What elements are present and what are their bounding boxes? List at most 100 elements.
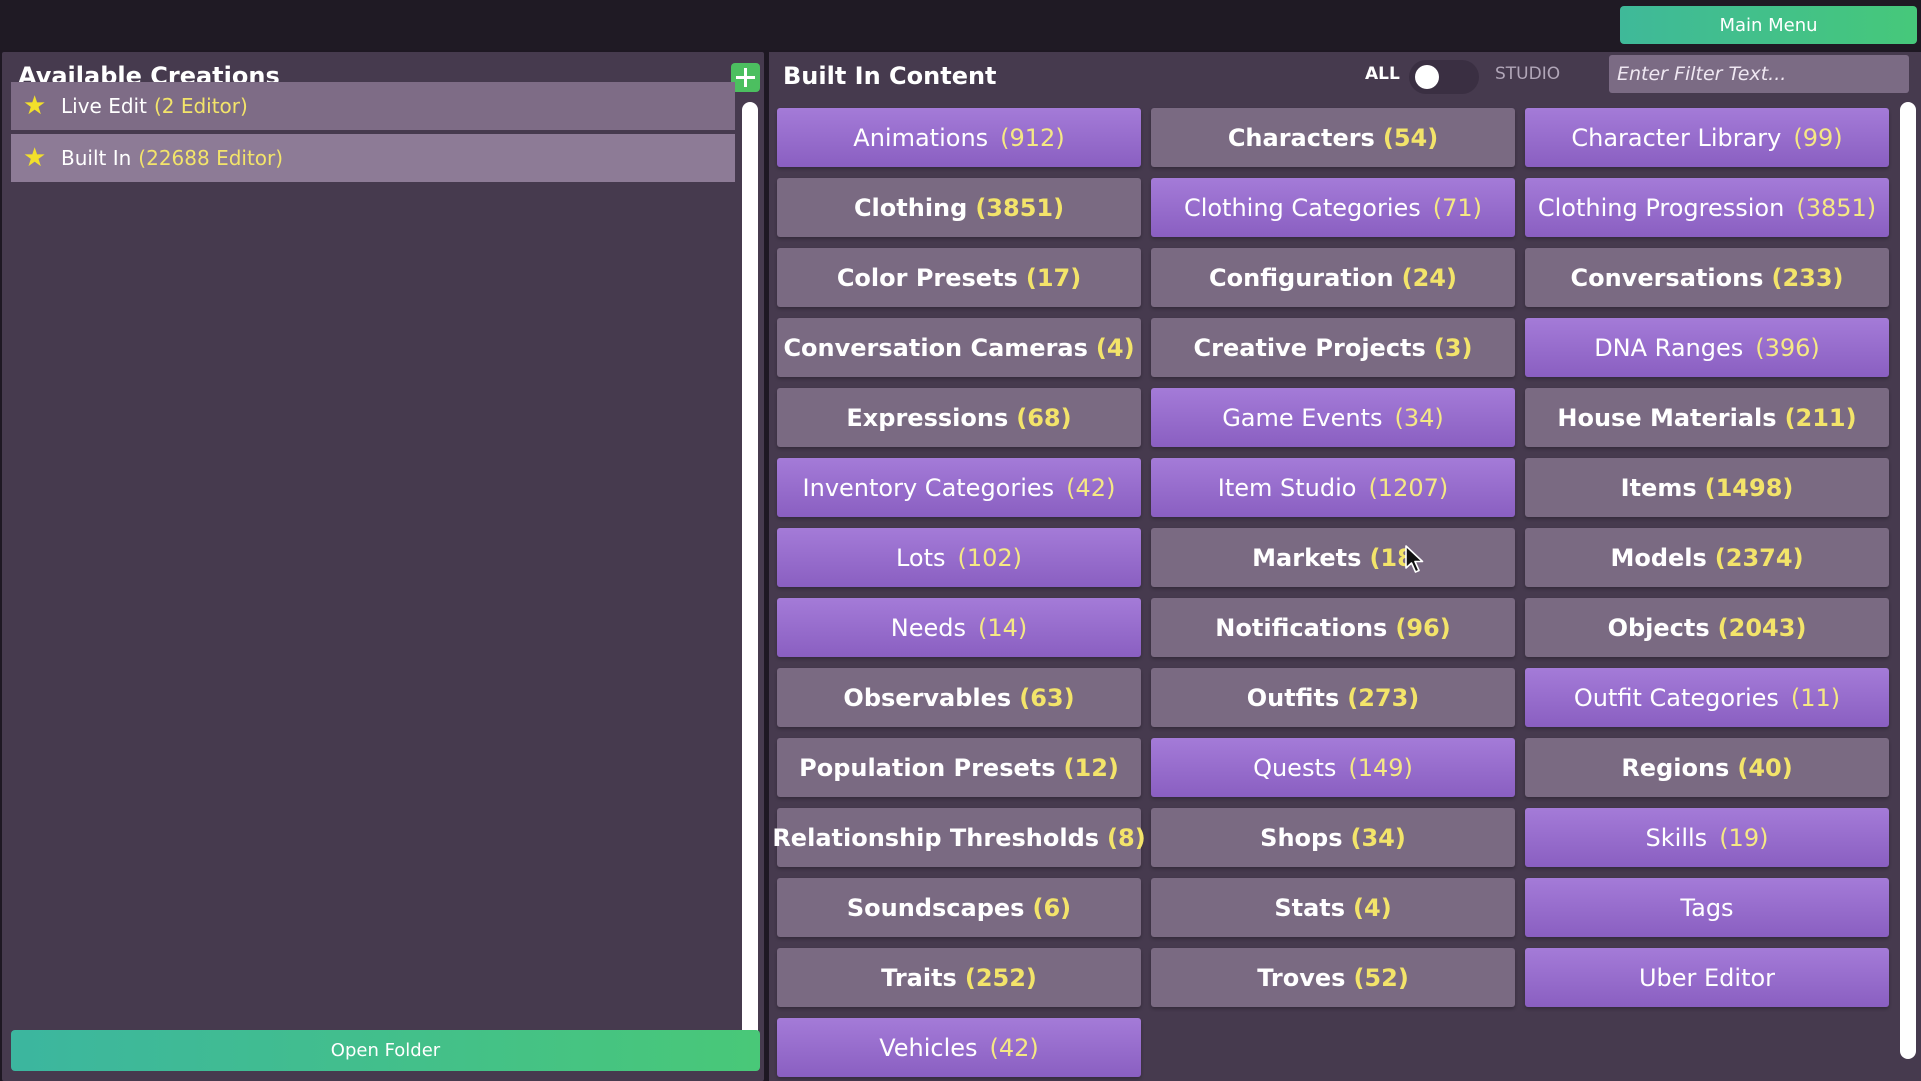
content-tile-vehicles[interactable]: Vehicles (42) [777,1018,1141,1077]
content-tile-stats[interactable]: Stats (4) [1151,878,1515,937]
content-tile-clothing-categories[interactable]: Clothing Categories (71) [1151,178,1515,237]
creation-item-live-edit[interactable]: ★ Live Edit (2 Editor) [11,82,735,130]
star-icon: ★ [23,91,47,121]
content-tile-shops[interactable]: Shops (34) [1151,808,1515,867]
content-tile-house-materials[interactable]: House Materials (211) [1525,388,1889,447]
tile-count: (3851) [975,193,1065,222]
content-tile-objects[interactable]: Objects (2043) [1525,598,1889,657]
mouse-cursor-icon [1405,545,1424,573]
content-tile-grid: Animations (912) Characters (54) Character L… [772,108,1889,1077]
tile-label: Relationship Thresholds [772,823,1100,852]
content-tile-dna-ranges[interactable]: DNA Ranges (396) [1525,318,1889,377]
tile-label: Conversation Cameras [783,333,1088,362]
tile-count: (99) [1793,123,1843,152]
tile-label: Outfits [1246,683,1340,712]
content-tile-skills[interactable]: Skills (19) [1525,808,1889,867]
content-tile-game-events[interactable]: Game Events (34) [1151,388,1515,447]
toggle-knob [1415,65,1439,89]
content-tile-quests[interactable]: Quests (149) [1151,738,1515,797]
content-tile-population-presets[interactable]: Population Presets (12) [777,738,1141,797]
content-tile-needs[interactable]: Needs (14) [777,598,1141,657]
tile-label: Outfit Categories [1573,683,1779,712]
tile-label: Clothing Categories [1183,193,1421,222]
tile-label: Troves [1257,963,1346,992]
tile-count: (4) [1095,333,1135,362]
tile-label: Quests [1253,753,1337,782]
available-creations-panel: Available Creations ★ Live Edit (2 Edito… [2,52,764,1081]
tile-count: (102) [957,543,1023,572]
top-bar: Main Menu [0,0,1921,50]
tile-count: (3) [1433,333,1473,362]
content-tile-inventory-categories[interactable]: Inventory Categories (42) [777,458,1141,517]
tile-count: (54) [1382,123,1439,152]
tile-label: Game Events [1222,403,1383,432]
content-tile-relationship-thresholds[interactable]: Relationship Thresholds (8) [772,808,1146,867]
creation-item-label: Built In [61,146,132,170]
tile-count: (252) [964,963,1037,992]
tile-label: Models [1610,543,1707,572]
tile-count: (3851) [1796,193,1877,222]
content-tile-clothing-progression[interactable]: Clothing Progression (3851) [1525,178,1889,237]
content-tile-characters[interactable]: Characters (54) [1151,108,1515,167]
content-tile-troves[interactable]: Troves (52) [1151,948,1515,1007]
content-tile-lots[interactable]: Lots (102) [777,528,1141,587]
content-tile-conversations[interactable]: Conversations (233) [1525,248,1889,307]
tile-count: (24) [1401,263,1457,292]
open-folder-button[interactable]: Open Folder [11,1030,760,1071]
toggle-all-label: ALL [1365,64,1400,84]
tile-count: (34) [1350,823,1406,852]
tile-label: Inventory Categories [802,473,1055,502]
tile-label: Clothing [853,193,968,222]
tile-label: Lots [895,543,946,572]
content-tile-models[interactable]: Models (2374) [1525,528,1889,587]
tile-label: Tags [1680,893,1734,922]
content-tile-outfit-categories[interactable]: Outfit Categories (11) [1525,668,1889,727]
content-tile-animations[interactable]: Animations (912) [777,108,1141,167]
content-tile-clothing[interactable]: Clothing (3851) [777,178,1141,237]
content-tile-notifications[interactable]: Notifications (96) [1151,598,1515,657]
right-scrollbar[interactable] [1900,102,1916,1059]
content-tile-regions[interactable]: Regions (40) [1525,738,1889,797]
content-tile-observables[interactable]: Observables (63) [777,668,1141,727]
content-tile-uber-editor[interactable]: Uber Editor [1525,948,1889,1007]
content-tile-conversation-cameras[interactable]: Conversation Cameras (4) [777,318,1141,377]
content-tile-character-library[interactable]: Character Library (99) [1525,108,1889,167]
left-scrollbar[interactable] [742,102,758,1070]
all-studio-toggle[interactable] [1409,60,1479,94]
tile-count: (912) [1000,123,1065,152]
tile-count: (17) [1025,263,1082,292]
content-tile-outfits[interactable]: Outfits (273) [1151,668,1515,727]
creation-item-label: Live Edit [61,94,147,118]
tile-count: (63) [1019,683,1075,712]
tile-count: (40) [1737,753,1793,782]
tile-label: Objects [1607,613,1710,642]
tile-label: DNA Ranges [1594,333,1744,362]
content-tile-expressions[interactable]: Expressions (68) [777,388,1141,447]
filter-input[interactable] [1609,55,1909,93]
tile-count: (19) [1719,823,1769,852]
built-in-content-title: Built In Content [783,62,997,90]
content-tile-tags[interactable]: Tags [1525,878,1889,937]
content-tile-creative-projects[interactable]: Creative Projects (3) [1151,318,1515,377]
content-tile-traits[interactable]: Traits (252) [777,948,1141,1007]
tile-label: Observables [843,683,1012,712]
content-tile-item-studio[interactable]: Item Studio (1207) [1151,458,1515,517]
tile-count: (396) [1755,333,1820,362]
content-tile-configuration[interactable]: Configuration (24) [1151,248,1515,307]
toggle-studio-label: STUDIO [1495,64,1561,84]
tile-count: (1498) [1704,473,1794,502]
tile-label: Animations [853,123,989,152]
main-menu-button[interactable]: Main Menu [1620,6,1917,44]
tile-count: (52) [1353,963,1409,992]
content-tile-markets[interactable]: Markets (18 [1151,528,1515,587]
tile-label: Character Library [1571,123,1782,152]
content-tile-items[interactable]: Items (1498) [1525,458,1889,517]
add-creation-button[interactable] [731,63,760,92]
content-tile-soundscapes[interactable]: Soundscapes (6) [777,878,1141,937]
tile-count: (68) [1016,403,1072,432]
tile-count: (14) [977,613,1028,642]
creation-item-built-in[interactable]: ★ Built In (22688 Editor) [11,134,735,182]
tile-label: Conversations [1570,263,1764,292]
content-tile-color-presets[interactable]: Color Presets (17) [777,248,1141,307]
tile-label: Traits [881,963,957,992]
